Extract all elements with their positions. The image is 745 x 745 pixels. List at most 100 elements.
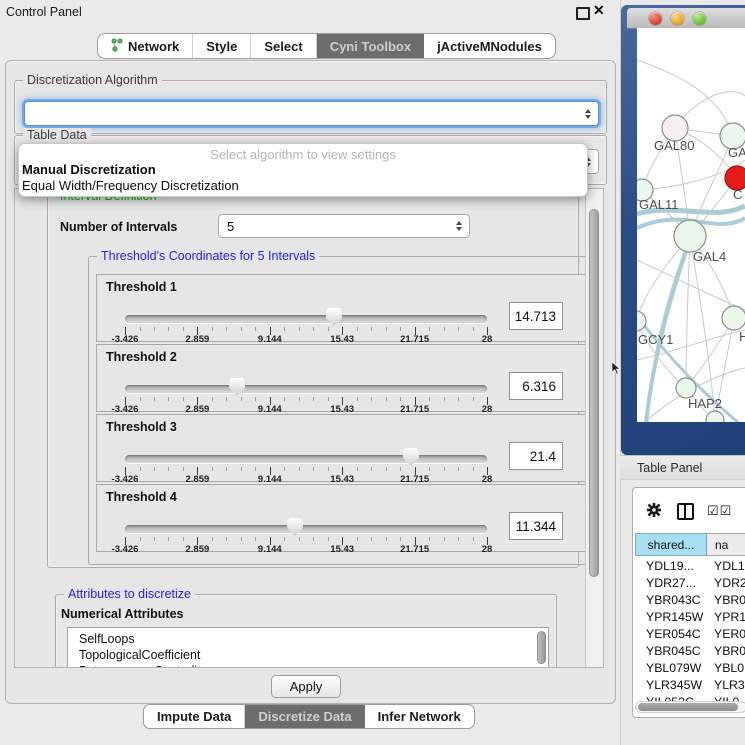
threshold-3-panel: Threshold 3 -3.4262.8599.14415.4321.71528 [96, 414, 596, 482]
table-row[interactable]: YBL079WYBL0 [635, 659, 745, 676]
table-row[interactable]: YBR043CYBR0 [635, 591, 745, 608]
cell-name: YPR1 [707, 610, 745, 624]
table-row[interactable]: YER054CYER0 [635, 625, 745, 642]
algorithm-select[interactable] [24, 101, 599, 126]
threshold-3-slider-track[interactable] [125, 455, 487, 463]
threshold-2-value-input[interactable] [509, 372, 563, 400]
tab-network[interactable]: Network [98, 34, 193, 58]
threshold-4-value-input[interactable] [509, 512, 563, 540]
interval-definition-group: Interval Definition Number of Intervals … [47, 196, 579, 568]
node-label: GAL80 [654, 138, 694, 153]
close-panel-icon[interactable]: ✕ [593, 2, 605, 19]
threshold-3-slider-handle[interactable] [403, 448, 419, 466]
close-window-button[interactable] [649, 12, 662, 25]
select-columns-icon[interactable]: ☑☑ [707, 503, 732, 519]
threshold-1-slider-track[interactable] [125, 315, 487, 323]
cell-shared-name: YBR043C [635, 593, 707, 607]
algorithm-option-equal-width[interactable]: Equal Width/Frequency Discretization [19, 178, 587, 194]
network-icon [111, 38, 123, 55]
threshold-2-slider-handle[interactable] [229, 378, 245, 396]
attribute-list-item[interactable]: TopologicalCoefficient [68, 647, 548, 663]
table-hscrollbar[interactable] [635, 701, 745, 713]
attributes-scrollbar-thumb[interactable] [537, 631, 546, 664]
cell-shared-name: YBL079W [635, 661, 707, 675]
table-row[interactable]: YDR27...YDR2 [635, 574, 745, 591]
column-header-name[interactable]: na [707, 533, 745, 556]
slider-tick-labels: -3.4262.8599.14415.4321.71528 [125, 334, 487, 344]
cell-shared-name: YER054C [635, 627, 707, 641]
cell-shared-name: YPR145W [635, 610, 707, 624]
cell-shared-name: YBR045C [635, 644, 707, 658]
bottom-tabbar: Impute Data Discretize Data Infer Networ… [143, 704, 475, 729]
split-columns-icon[interactable] [677, 503, 694, 520]
column-header-shared-name[interactable]: shared... [635, 533, 707, 556]
table-panel-titlebar[interactable]: Table Panel [620, 455, 745, 480]
attribute-list-item[interactable]: BetweennessCentrality [68, 663, 548, 668]
tab-infer-network[interactable]: Infer Network [365, 705, 474, 728]
minimize-window-button[interactable] [671, 12, 684, 25]
float-window-icon[interactable] [576, 7, 590, 20]
thresholds-group-label: Threshold's Coordinates for 5 Intervals [97, 249, 319, 263]
network-canvas[interactable]: GAL80GACGAL11GAL4GCY1HHAP2 [637, 28, 745, 422]
zoom-window-button[interactable] [693, 12, 706, 25]
table-data-label: Table Data [23, 128, 91, 142]
number-of-intervals-select[interactable]: 5 [218, 214, 470, 238]
cell-name: YLR3 [707, 678, 745, 692]
table-row[interactable]: YLR345WYLR3 [635, 676, 745, 693]
discretization-algorithm-label: Discretization Algorithm [23, 73, 162, 87]
attributes-to-discretize-label: Attributes to discretize [64, 587, 195, 601]
settings-scrollbar[interactable] [585, 189, 604, 667]
table-row[interactable]: YPR145WYPR1 [635, 608, 745, 625]
threshold-3-label: Threshold 3 [106, 420, 177, 434]
network-node-hap2[interactable] [676, 378, 696, 398]
network-node-gal4[interactable] [674, 220, 706, 252]
threshold-4-slider-handle[interactable] [287, 518, 303, 536]
network-node-h[interactable] [722, 306, 745, 330]
cell-name: YBR0 [707, 644, 745, 658]
settings-scrollbar-thumb[interactable] [589, 209, 599, 577]
node-label: H [739, 329, 745, 344]
attribute-list-item[interactable]: SelfLoops [68, 628, 548, 647]
numerical-attributes-label: Numerical Attributes [61, 607, 183, 621]
numerical-attributes-list: SelfLoopsTopologicalCoefficientBetweenne… [67, 627, 549, 668]
attributes-to-discretize-group: Attributes to discretize Numerical Attri… [55, 594, 557, 668]
threshold-4-slider-track[interactable] [125, 525, 487, 533]
algorithm-placeholder-option[interactable]: Select algorithm to view settings [19, 147, 587, 162]
slider-tick-labels: -3.4262.8599.14415.4321.71528 [125, 474, 487, 484]
table-row[interactable]: YDL19...YDL1 [635, 557, 745, 574]
cell-name: YER0 [707, 627, 745, 641]
network-graph: GAL80GACGAL11GAL4GCY1HHAP2 [637, 28, 745, 422]
node-label: GCY1 [638, 332, 673, 347]
threshold-1-value-input[interactable] [509, 302, 563, 330]
attributes-scrollbar[interactable] [537, 630, 547, 666]
tab-style[interactable]: Style [193, 34, 251, 58]
screen: Control Panel ✕ Network Style Select Cyn… [0, 0, 745, 745]
gear-icon[interactable] [646, 502, 662, 523]
tab-cyni-toolbox[interactable]: Cyni Toolbox [317, 34, 424, 58]
cell-shared-name: YDL19... [635, 559, 707, 573]
tab-select[interactable]: Select [251, 34, 316, 58]
stepper-arrows-icon [585, 109, 591, 119]
threshold-2-panel: Threshold 2-3.4262.8599.14415.4321.71528 [96, 344, 596, 412]
mouse-cursor [612, 362, 621, 380]
node-label: GAL4 [693, 249, 726, 264]
settings-viewport: Interval Definition Number of Intervals … [14, 188, 604, 668]
apply-button[interactable]: Apply [271, 675, 341, 698]
cell-name: YBR0 [707, 593, 745, 607]
node-label: GAL11 [639, 197, 679, 212]
tab-jactivemnodules[interactable]: jActiveMNodules [424, 34, 555, 58]
threshold-3-value-input[interactable] [509, 442, 563, 470]
threshold-4-label: Threshold 4 [106, 490, 177, 504]
tab-network-label: Network [128, 39, 179, 54]
network-node[interactable] [706, 411, 724, 422]
table-row[interactable]: YBR045CYBR0 [635, 642, 745, 659]
table-header: shared... na [635, 533, 745, 556]
cell-shared-name: YDR27... [635, 576, 707, 590]
tab-discretize-data[interactable]: Discretize Data [245, 705, 364, 728]
threshold-2-slider-track[interactable] [125, 385, 487, 393]
algorithm-option-manual[interactable]: Manual Discretization [19, 162, 587, 178]
table-hscrollbar-thumb[interactable] [638, 703, 738, 711]
tab-impute-data[interactable]: Impute Data [144, 705, 245, 728]
threshold-1-slider-handle[interactable] [326, 308, 342, 326]
network-window-titlebar[interactable] [627, 8, 745, 29]
